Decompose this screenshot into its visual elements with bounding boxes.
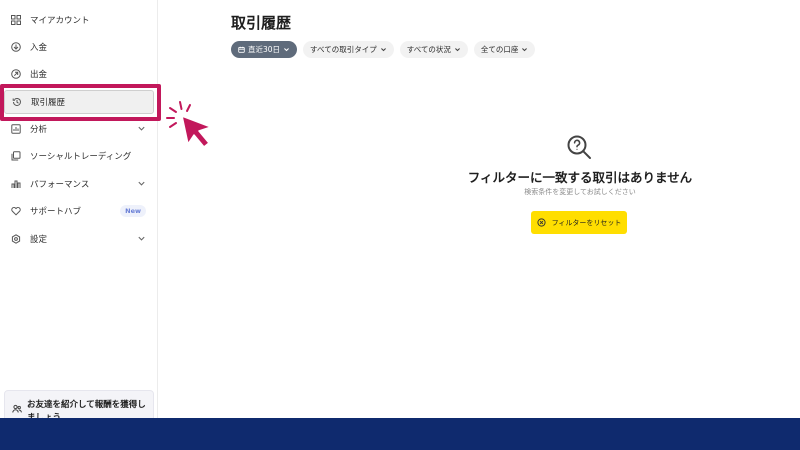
sidebar-item-label: 設定 bbox=[30, 235, 48, 245]
sidebar-item-label: パフォーマンス bbox=[30, 180, 90, 190]
sidebar-item-label: マイアカウント bbox=[30, 16, 90, 26]
performance-icon bbox=[10, 178, 22, 190]
chevron-down-icon bbox=[138, 126, 145, 131]
sidebar-item-withdraw[interactable]: 出金 bbox=[4, 62, 154, 86]
sidebar-item-performance[interactable]: パフォーマンス bbox=[4, 172, 154, 196]
social-trading-icon bbox=[10, 150, 22, 162]
filter-bar: 直近30日 すべての取引タイプ すべての状況 全ての口座 bbox=[231, 41, 536, 58]
chevron-down-icon bbox=[454, 48, 460, 52]
highlight-frame bbox=[0, 84, 161, 121]
click-cursor-icon bbox=[166, 101, 212, 148]
search-question-icon bbox=[567, 135, 591, 159]
filter-status[interactable]: すべての状況 bbox=[399, 41, 468, 58]
chevron-down-icon bbox=[522, 48, 528, 52]
heart-icon bbox=[10, 205, 22, 217]
new-badge: New bbox=[120, 205, 146, 217]
filter-label: すべての取引タイプ bbox=[310, 45, 377, 54]
filter-label: 全ての口座 bbox=[480, 45, 519, 54]
reset-filters-button[interactable]: フィルターをリセット bbox=[531, 211, 627, 234]
chevron-down-icon bbox=[138, 181, 145, 186]
close-circle-icon bbox=[536, 218, 546, 227]
sidebar-item-label: サポートハブ bbox=[30, 207, 82, 217]
calendar-icon bbox=[238, 46, 245, 53]
sidebar-item-settings[interactable]: 設定 bbox=[4, 227, 154, 251]
chevron-down-icon bbox=[138, 236, 145, 241]
grid-icon bbox=[10, 14, 22, 26]
withdraw-icon bbox=[10, 68, 22, 80]
filter-account[interactable]: 全ての口座 bbox=[473, 41, 536, 58]
sidebar-item-social-trading[interactable]: ソーシャルトレーディング bbox=[4, 144, 154, 168]
sidebar-item-label: 入金 bbox=[30, 43, 48, 53]
empty-state-subtitle: 検索条件を変更してお試しください bbox=[524, 188, 636, 196]
chevron-down-icon bbox=[380, 48, 386, 52]
sidebar-item-support-hub[interactable]: サポートハブ New bbox=[4, 199, 154, 223]
users-icon bbox=[12, 404, 22, 413]
filter-label: すべての状況 bbox=[406, 45, 451, 54]
filter-date-range[interactable]: 直近30日 bbox=[231, 41, 298, 58]
settings-icon bbox=[10, 233, 22, 245]
chevron-down-icon bbox=[284, 48, 290, 52]
empty-state-title: フィルターに一致する取引はありません bbox=[467, 170, 693, 185]
sidebar-item-label: 分析 bbox=[30, 125, 48, 135]
reset-filters-label: フィルターをリセット bbox=[551, 218, 622, 227]
page-title: 取引履歴 bbox=[231, 14, 292, 32]
sidebar: マイアカウント 入金 出金 取引履歴 分析 ソーシャルトレーディング パフォーマ… bbox=[0, 0, 158, 430]
filter-transaction-type[interactable]: すべての取引タイプ bbox=[303, 41, 394, 58]
sidebar-item-deposit[interactable]: 入金 bbox=[4, 35, 154, 59]
sidebar-item-my-account[interactable]: マイアカウント bbox=[4, 8, 154, 32]
deposit-icon bbox=[10, 41, 22, 53]
analytics-icon bbox=[10, 123, 22, 135]
filter-label: 直近30日 bbox=[248, 45, 281, 54]
bottom-bar bbox=[0, 418, 800, 450]
sidebar-item-label: ソーシャルトレーディング bbox=[30, 152, 132, 162]
sidebar-item-label: 出金 bbox=[30, 70, 48, 80]
